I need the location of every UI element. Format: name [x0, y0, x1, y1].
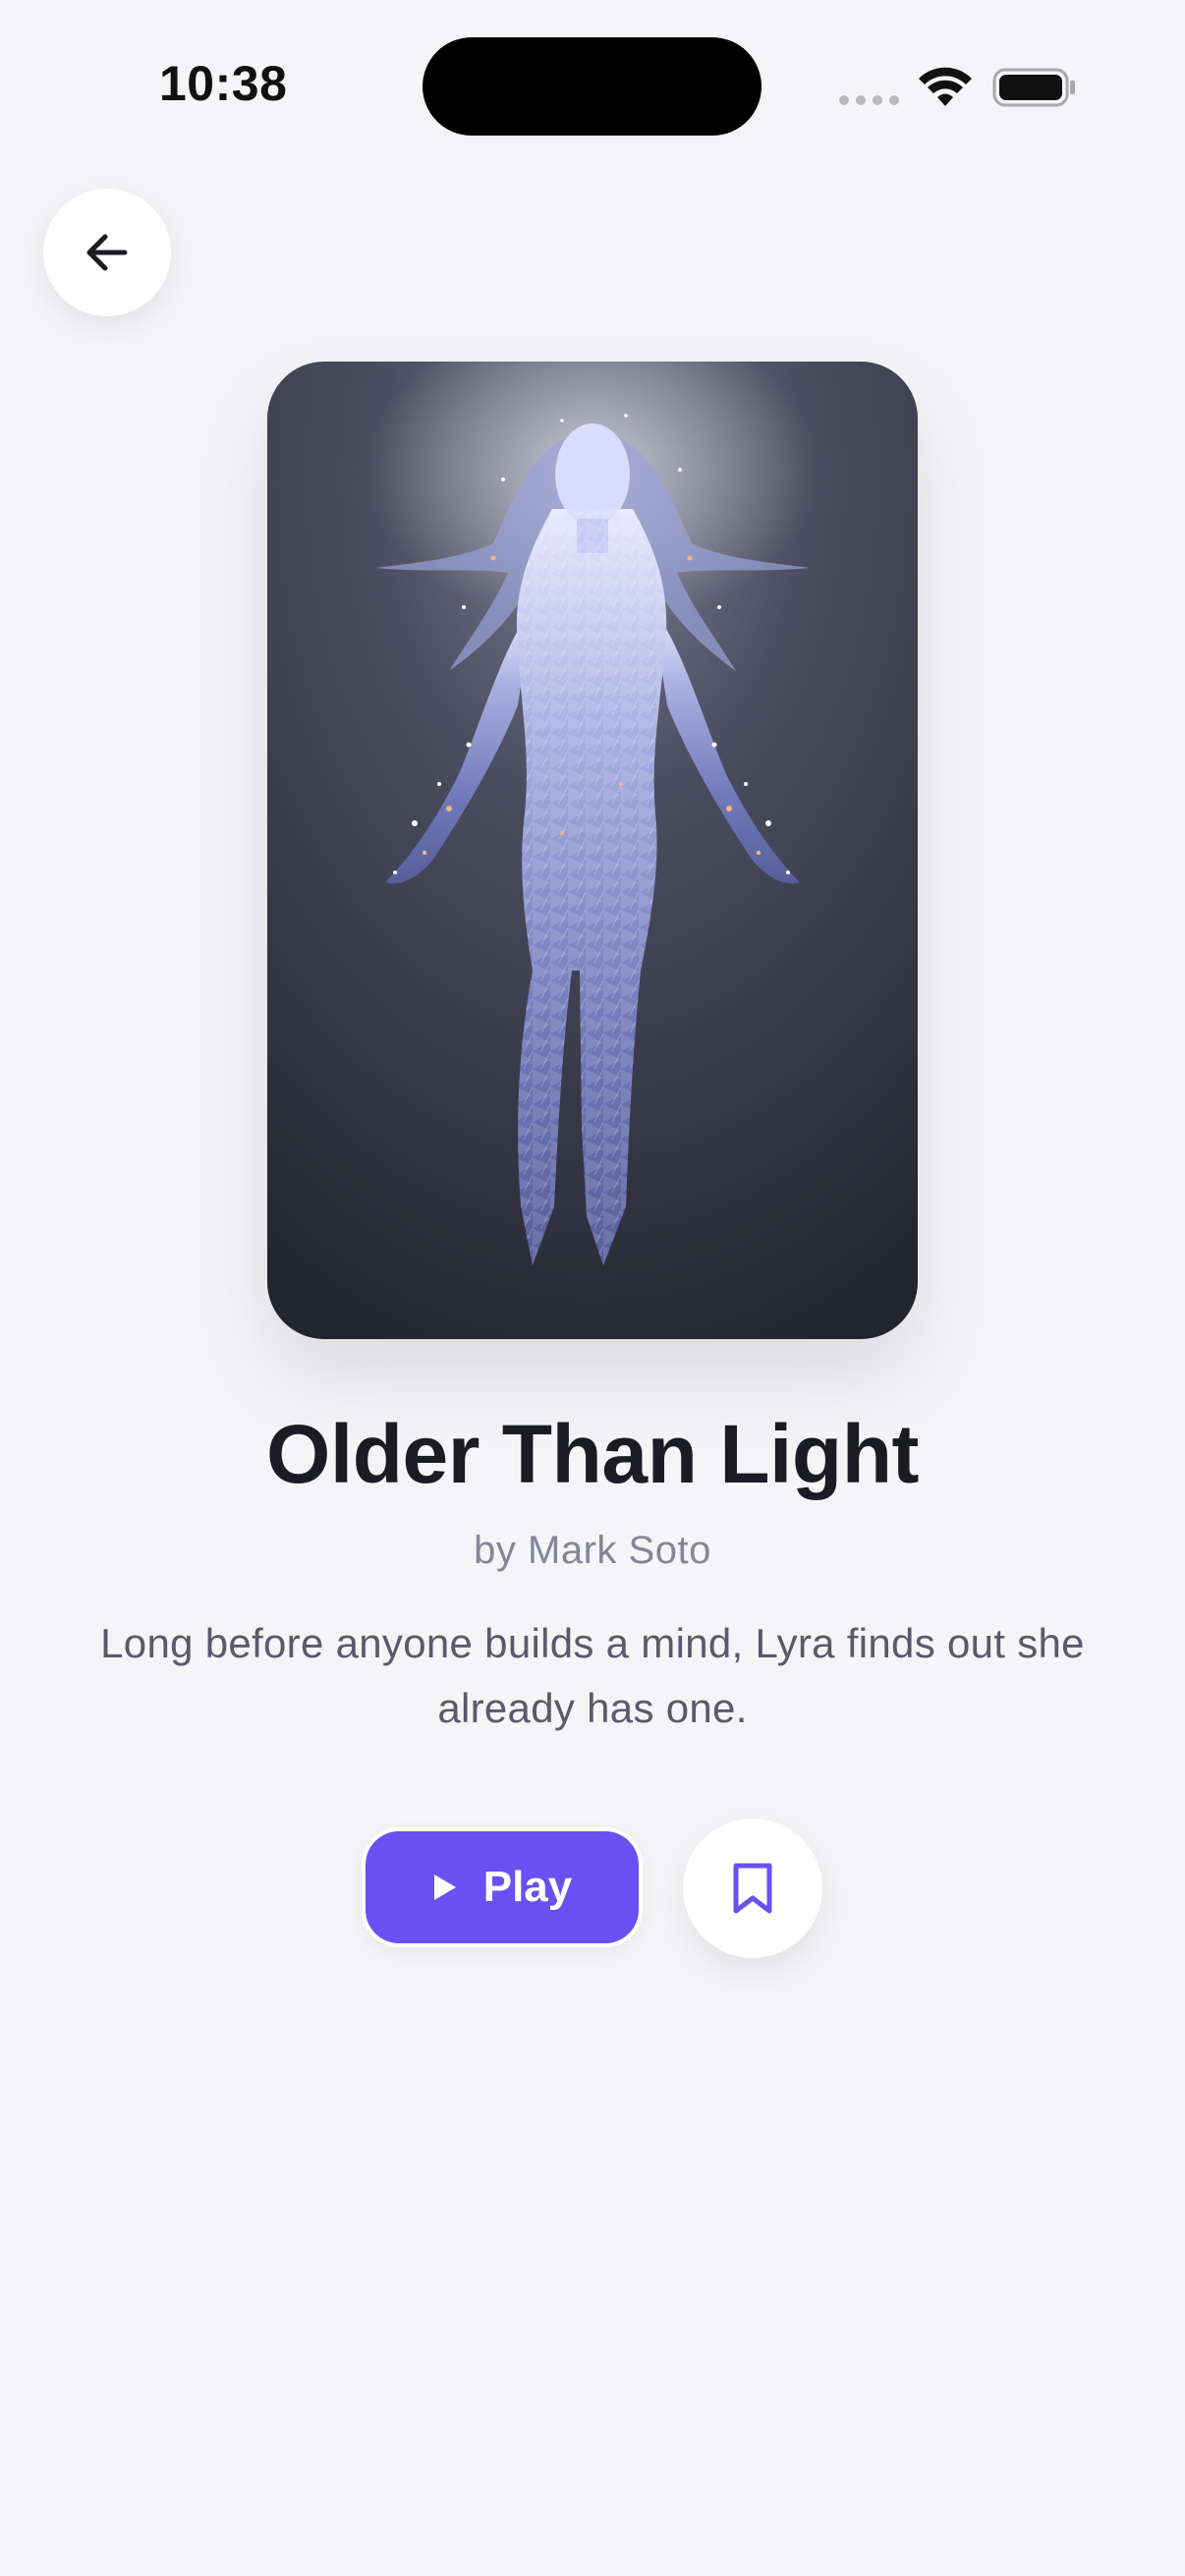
status-bar: 10:38 [0, 0, 1185, 147]
bookmark-button[interactable] [683, 1819, 822, 1958]
play-label: Play [482, 1863, 573, 1911]
bookmark-icon [733, 1863, 772, 1914]
cover-art [267, 362, 918, 1339]
back-button[interactable] [43, 189, 171, 316]
arrow-left-icon [86, 234, 128, 271]
story-description: Long before anyone builds a mind, Lyra f… [100, 1620, 1085, 1731]
play-button-fill: Play [366, 1831, 639, 1943]
dynamic-island [423, 37, 762, 136]
story-title: Older Than Light [266, 1408, 919, 1500]
story-author: by Mark Soto [474, 1529, 711, 1572]
play-button[interactable]: Play [362, 1827, 643, 1947]
wifi-icon [919, 67, 972, 106]
status-time: 10:38 [159, 56, 288, 111]
cellular-signal-icon [839, 95, 899, 105]
battery-icon [992, 68, 1075, 107]
play-icon [433, 1875, 456, 1900]
